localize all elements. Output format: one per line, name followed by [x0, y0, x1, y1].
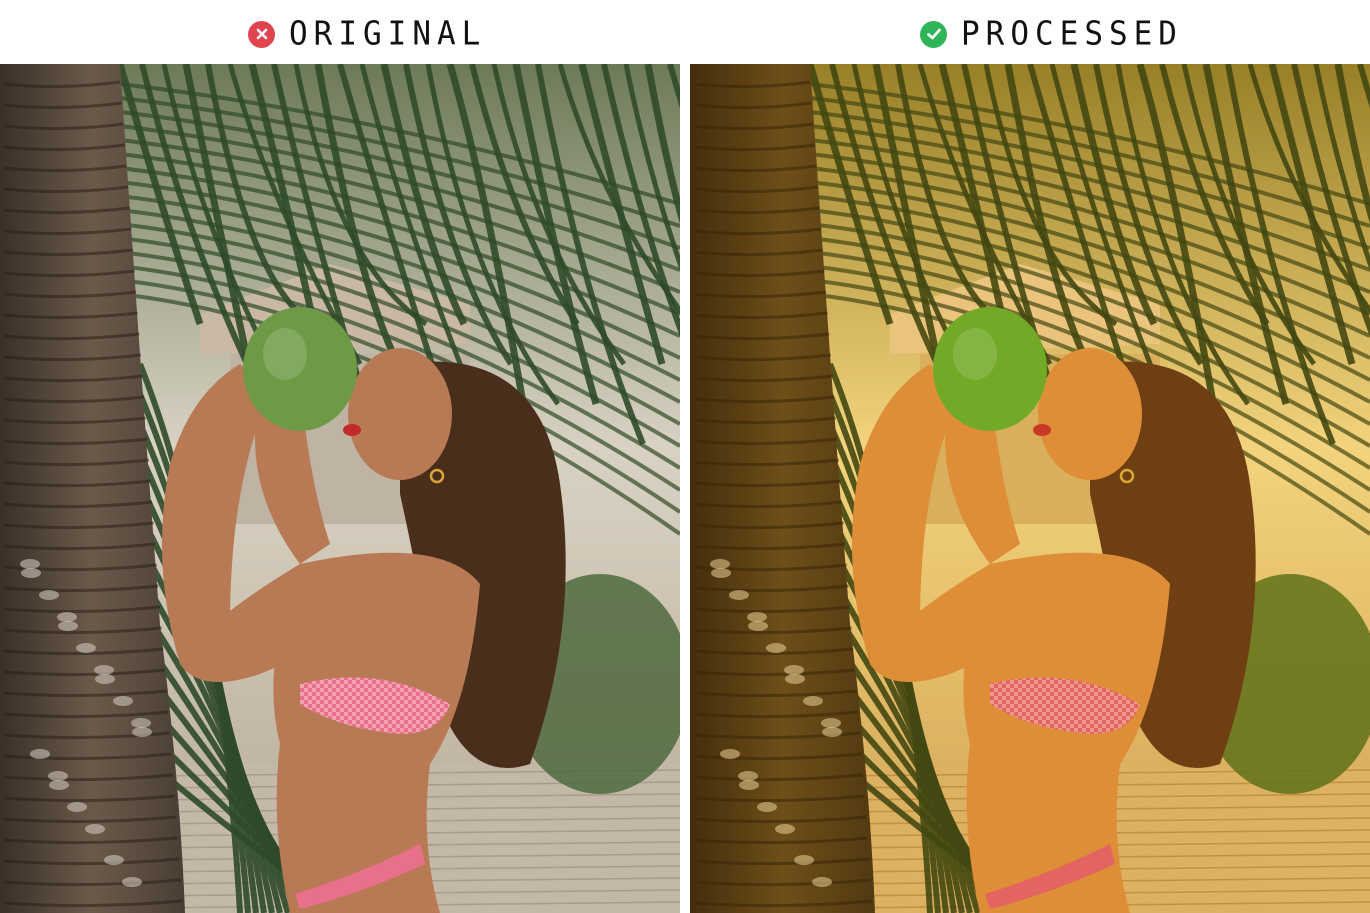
x-circle-icon: [248, 20, 275, 48]
original-photo: [0, 64, 680, 913]
comparison-page: ORIGINAL PROCESSED: [0, 0, 1370, 913]
processed-label-text: PROCESSED: [961, 15, 1183, 53]
head: [348, 348, 452, 480]
check-circle-icon: [920, 20, 947, 48]
coconut-highlight: [263, 328, 307, 380]
warm-grade-overlay: [690, 64, 1370, 913]
original-label-text: ORIGINAL: [289, 15, 487, 53]
processed-photo: [690, 64, 1370, 913]
lips: [343, 424, 361, 436]
processed-label: PROCESSED: [920, 14, 1183, 54]
original-label: ORIGINAL: [248, 14, 486, 54]
